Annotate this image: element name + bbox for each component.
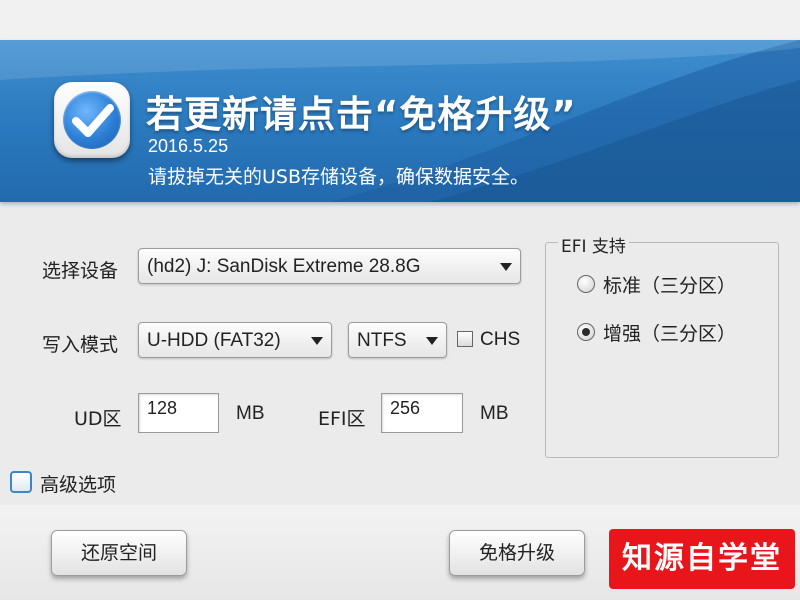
advanced-options-checkbox[interactable]	[10, 471, 32, 493]
advanced-options-label: 高级选项	[40, 474, 117, 496]
device-label: 选择设备	[42, 260, 119, 282]
chevron-down-icon	[500, 263, 512, 271]
filesystem-value: NTFS	[357, 330, 407, 351]
efi-unit: MB	[480, 403, 509, 424]
efi-size-input[interactable]: 256	[381, 393, 463, 433]
restore-space-button[interactable]: 还原空间	[51, 530, 187, 576]
check-icon	[54, 82, 130, 158]
top-strip	[0, 0, 800, 40]
banner-date: 2016.5.25	[148, 136, 229, 156]
write-mode-select[interactable]: U-HDD (FAT32)	[138, 322, 332, 358]
ud-unit: MB	[236, 403, 265, 424]
chevron-down-icon	[426, 337, 438, 345]
banner-subtitle: 请拔掉无关的USB存储设备，确保数据安全。	[148, 166, 530, 188]
ud-size-input[interactable]: 128	[138, 393, 219, 433]
chevron-down-icon	[311, 337, 323, 345]
efi-support-title: EFI 支持	[558, 232, 629, 257]
write-mode-value: U-HDD (FAT32)	[147, 330, 281, 351]
filesystem-select[interactable]: NTFS	[348, 322, 447, 358]
watermark-badge: 知源自学堂	[609, 529, 795, 589]
ud-label: UD区	[74, 408, 122, 430]
device-select-value: (hd2) J: SanDisk Extreme 28.8G	[147, 256, 421, 277]
efi-standard-radio[interactable]	[577, 275, 595, 293]
radio-selected-dot	[582, 328, 590, 336]
upgrade-button[interactable]: 免格升级	[449, 530, 585, 576]
write-mode-label: 写入模式	[42, 334, 119, 356]
banner-title: 若更新请点击“免格升级”	[146, 93, 577, 136]
chs-label: CHS	[480, 329, 521, 350]
device-select[interactable]: (hd2) J: SanDisk Extreme 28.8G	[138, 248, 521, 284]
efi-standard-label: 标准（三分区）	[603, 275, 737, 297]
efi-enhanced-label: 增强（三分区）	[603, 323, 737, 345]
efi-size-label: EFI区	[318, 408, 366, 430]
efi-enhanced-radio[interactable]	[577, 323, 595, 341]
chs-checkbox[interactable]	[457, 331, 473, 347]
